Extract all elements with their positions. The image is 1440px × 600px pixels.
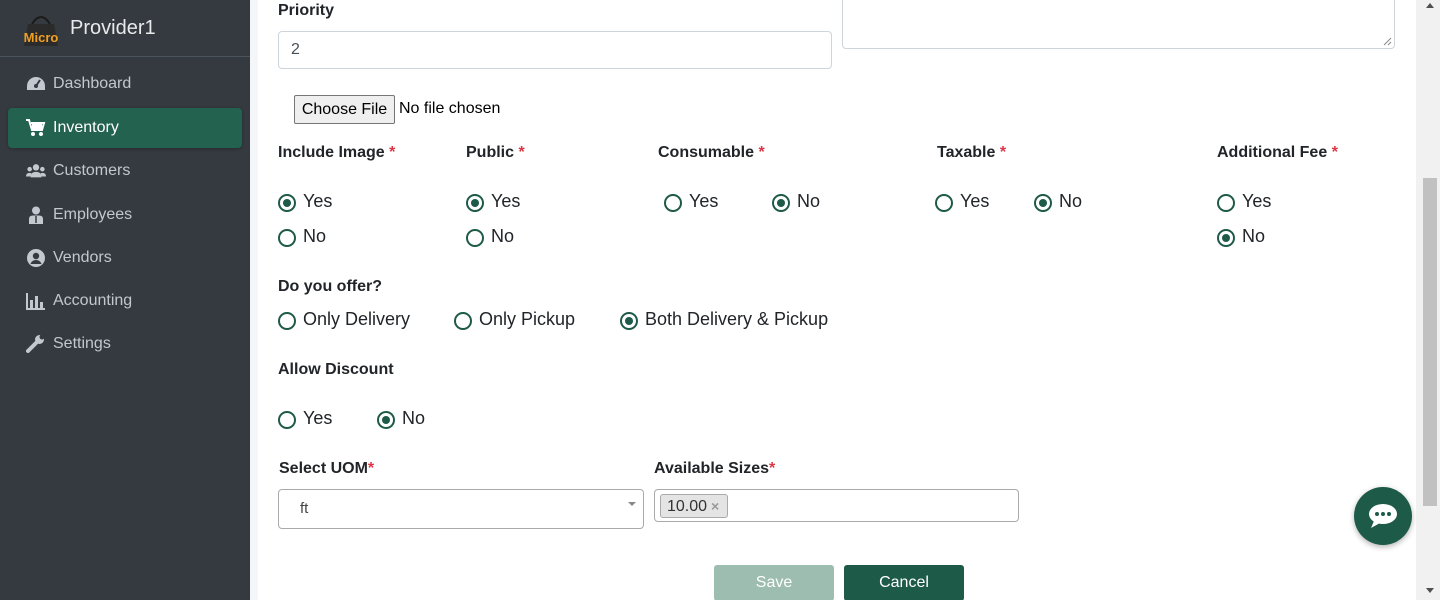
cart-icon — [26, 119, 46, 136]
sidebar-item-label: Vendors — [53, 249, 112, 266]
allow-discount-label: Allow Discount — [278, 361, 394, 378]
sidebar-item-label: Dashboard — [53, 75, 132, 92]
uom-label: Select UOM* — [279, 460, 375, 477]
description-textarea[interactable] — [842, 0, 1395, 49]
include-image-label: Include Image * — [278, 144, 396, 161]
brand-logo: Micro — [24, 16, 59, 46]
public-label: Public * — [466, 144, 525, 161]
sidebar-item-settings[interactable]: Settings — [8, 324, 242, 364]
size-tag: 10.00 × — [660, 494, 728, 518]
sidebar-item-label: Inventory — [53, 119, 119, 136]
sidebar-item-label: Settings — [53, 335, 111, 352]
chevron-down-icon — [628, 502, 636, 506]
size-tag-value: 10.00 — [667, 498, 708, 515]
sidebar-item-dashboard[interactable]: Dashboard — [8, 64, 242, 104]
offer-label: Do you offer? — [278, 278, 382, 295]
sidebar-item-label: Employees — [53, 206, 133, 223]
chart-bar-icon — [26, 293, 45, 310]
file-status-text: No file chosen — [399, 100, 501, 117]
additional-fee-label: Additional Fee * — [1217, 144, 1338, 161]
brand-link[interactable]: Micro Provider1 — [0, 0, 250, 57]
sidebar-item-employees[interactable]: Employees — [8, 195, 242, 235]
available-sizes-label: Available Sizes* — [654, 460, 776, 477]
employee-icon — [29, 206, 43, 224]
users-icon — [26, 164, 46, 178]
scroll-up-icon[interactable] — [1425, 2, 1435, 9]
sidebar-item-vendors[interactable]: Vendors — [8, 238, 242, 278]
uom-select[interactable]: ft — [278, 489, 644, 529]
available-sizes-multiselect[interactable]: 10.00 × — [654, 489, 1019, 522]
resize-handle-icon[interactable] — [1383, 37, 1392, 46]
scroll-down-icon[interactable] — [1425, 587, 1435, 594]
choose-file-button[interactable]: Choose File — [294, 95, 395, 124]
sidebar: Micro Provider1 Dashboard Inventory Cust… — [0, 0, 250, 600]
svg-text:Micro: Micro — [24, 30, 59, 45]
user-circle-icon — [27, 249, 45, 267]
uom-selected-value: ft — [300, 500, 309, 517]
sidebar-item-inventory[interactable]: Inventory — [8, 108, 242, 148]
scrollbar-thumb[interactable] — [1423, 178, 1437, 506]
brand-name: Provider1 — [70, 17, 156, 39]
taxable-label: Taxable * — [937, 144, 1007, 161]
priority-label: Priority — [278, 2, 335, 19]
sidebar-item-customers[interactable]: Customers — [8, 151, 242, 191]
remove-tag-icon[interactable]: × — [711, 498, 719, 514]
wrench-icon — [26, 335, 45, 353]
priority-input[interactable]: 2 — [278, 31, 832, 69]
dashboard-icon — [27, 77, 45, 90]
cancel-button[interactable]: Cancel — [844, 565, 964, 600]
chat-button[interactable] — [1354, 487, 1412, 545]
save-button[interactable]: Save — [714, 565, 834, 600]
priority-value: 2 — [291, 41, 300, 58]
consumable-label: Consumable * — [658, 144, 765, 161]
chat-bubble-icon — [1369, 504, 1397, 528]
sidebar-item-accounting[interactable]: Accounting — [8, 281, 242, 321]
sidebar-item-label: Customers — [53, 162, 131, 179]
sidebar-item-label: Accounting — [53, 292, 133, 309]
